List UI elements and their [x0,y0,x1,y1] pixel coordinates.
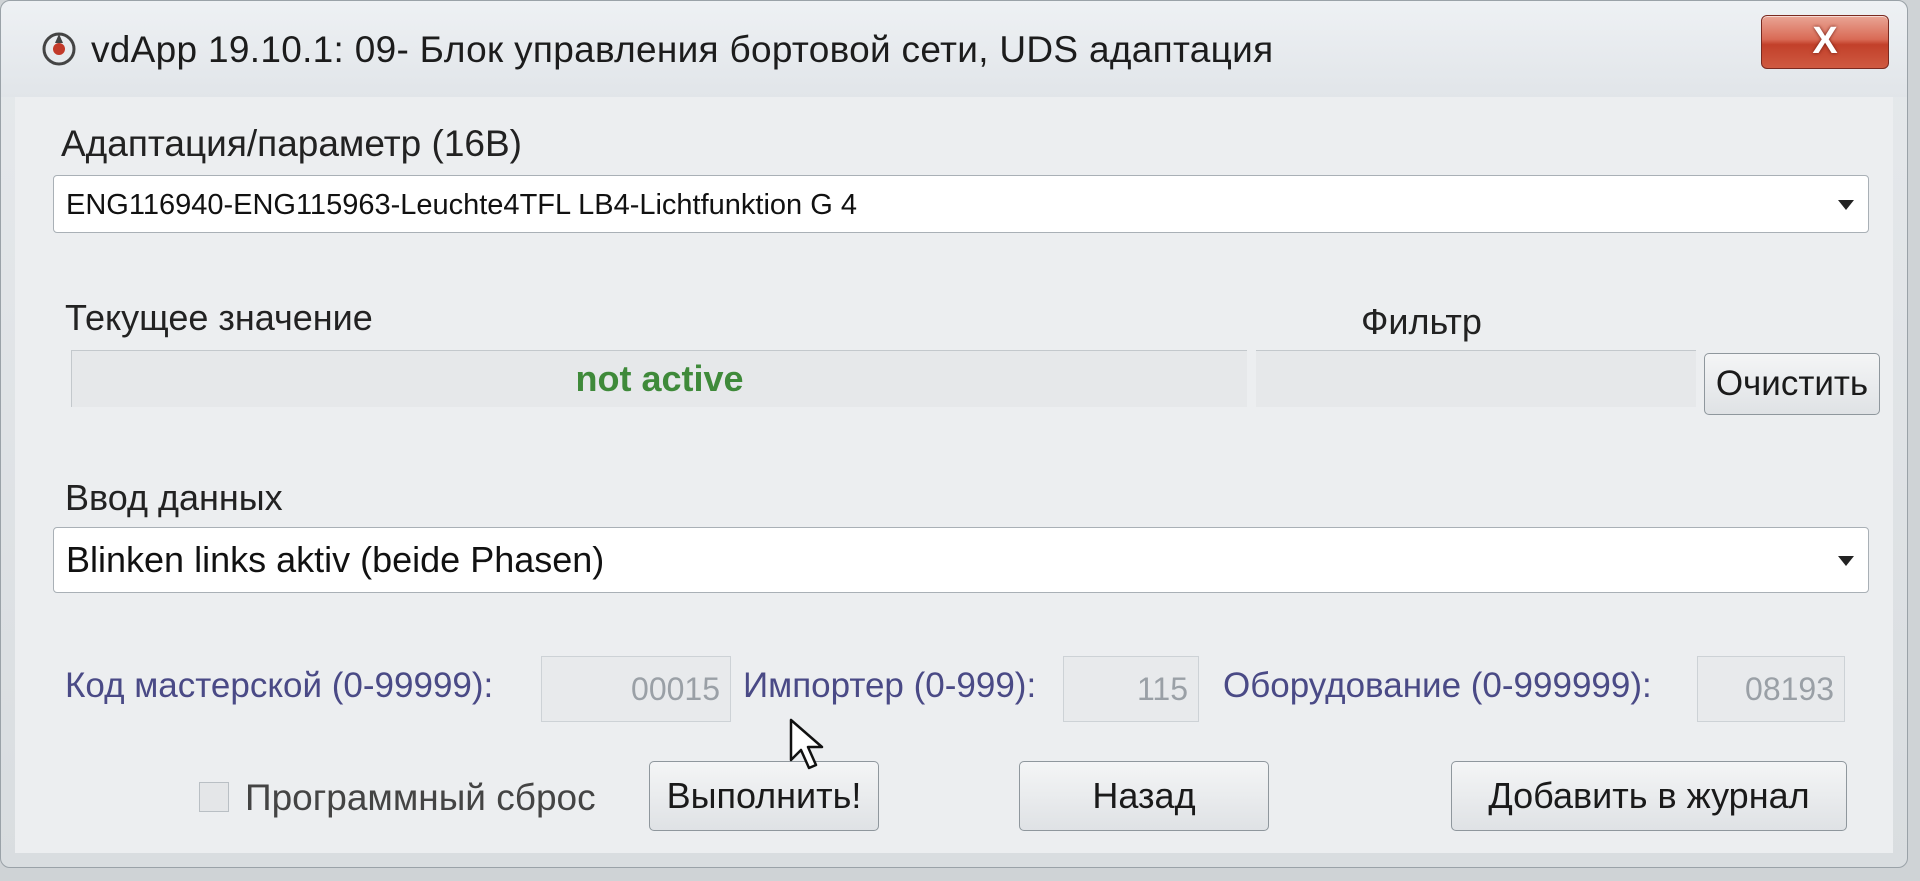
workshop-code-field[interactable]: 00015 [541,656,731,722]
clear-filter-button[interactable]: Очистить [1704,353,1880,415]
data-input-label: Ввод данных [65,477,283,518]
execute-button[interactable]: Выполнить! [649,761,879,831]
equipment-label: Оборудование (0-999999): [1223,666,1652,705]
current-value-display: not active [71,350,1247,407]
workshop-code-label: Код мастерской (0-99999): [65,666,494,705]
adaptation-label: Адаптация/параметр (16В) [61,123,523,164]
close-icon: X [1812,20,1838,62]
program-reset-checkbox[interactable] [199,782,229,812]
filter-input[interactable] [1256,350,1696,407]
adaptation-selected-value: ENG116940-ENG115963-Leuchte4TFL LB4-Lich… [66,189,857,221]
data-input-selected-value: Blinken links aktiv (beide Phasen) [66,539,605,580]
program-reset-label: Программный сброс [245,777,596,818]
importer-field[interactable]: 115 [1063,656,1199,722]
importer-label: Импортер (0-999): [743,666,1037,705]
data-input-select[interactable]: Blinken links aktiv (beide Phasen) [53,527,1869,593]
chevron-down-icon[interactable] [1838,556,1854,566]
vdapp-window: vdApp 19.10.1: 09- Блок управления борто… [0,0,1908,868]
current-value-text: not active [575,358,744,399]
equipment-field[interactable]: 08193 [1697,656,1845,722]
current-value-label: Текущее значение [65,297,373,338]
close-button[interactable]: X [1761,15,1889,69]
back-button[interactable]: Назад [1019,761,1269,831]
filter-label: Фильтр [1361,301,1482,342]
dialog-client-area: Адаптация/параметр (16В) ENG116940-ENG11… [15,97,1893,853]
title-bar[interactable]: vdApp 19.10.1: 09- Блок управления борто… [1,1,1907,97]
adaptation-select[interactable]: ENG116940-ENG115963-Leuchte4TFL LB4-Lich… [53,175,1869,233]
chevron-down-icon[interactable] [1838,200,1854,210]
mouse-cursor-icon [789,718,824,770]
window-title: vdApp 19.10.1: 09- Блок управления борто… [91,29,1274,70]
vdapp-logo-icon [42,32,76,66]
add-to-log-button[interactable]: Добавить в журнал [1451,761,1847,831]
